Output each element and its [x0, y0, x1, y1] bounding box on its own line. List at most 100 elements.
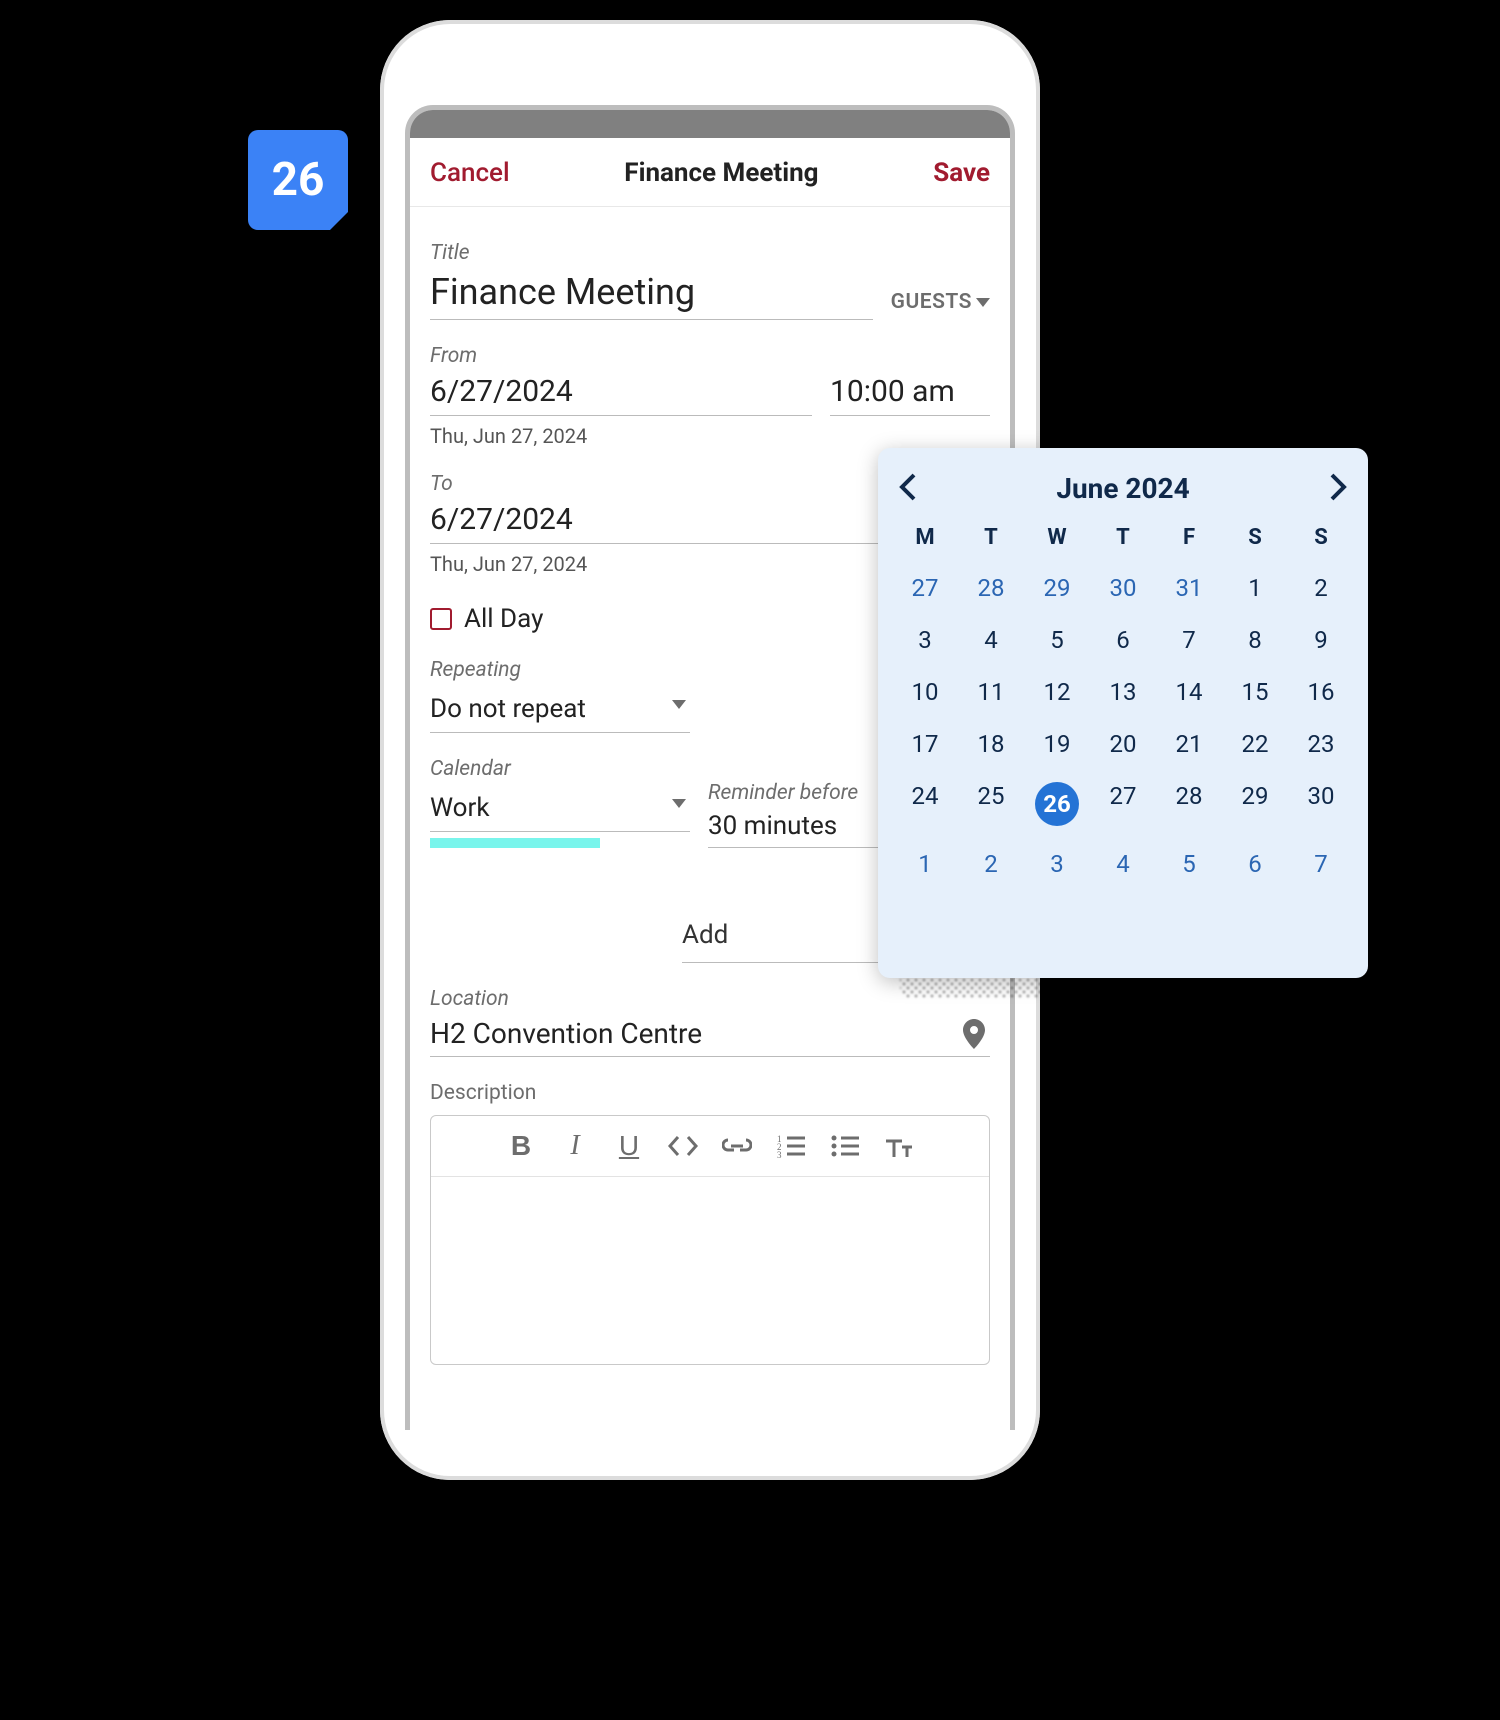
calendar-day[interactable]: 12 [1024, 666, 1090, 718]
bullet-list-icon[interactable] [829, 1130, 861, 1162]
calendar-day[interactable]: 6 [1222, 838, 1288, 890]
checkbox-icon [430, 608, 452, 630]
calendar-day[interactable]: 7 [1288, 838, 1354, 890]
calendar-day[interactable]: 31 [1156, 562, 1222, 614]
calendar-month-label: June 2024 [1056, 472, 1189, 505]
calendar-day[interactable]: 30 [1288, 770, 1354, 838]
calendar-day[interactable]: 18 [958, 718, 1024, 770]
link-icon[interactable] [721, 1130, 753, 1162]
calendar-day[interactable]: 27 [1090, 770, 1156, 838]
calendar-day[interactable]: 27 [892, 562, 958, 614]
guests-button[interactable]: GUESTS [891, 290, 990, 314]
calendar-day[interactable]: 17 [892, 718, 958, 770]
calendar-week: 10111213141516 [892, 666, 1354, 718]
calendar-day[interactable]: 5 [1024, 614, 1090, 666]
calendar-day[interactable]: 1 [1222, 562, 1288, 614]
calendar-day[interactable]: 24 [892, 770, 958, 838]
calendar-day[interactable]: 11 [958, 666, 1024, 718]
calendar-week: 3456789 [892, 614, 1354, 666]
calendar-day[interactable]: 6 [1090, 614, 1156, 666]
calendar-day[interactable]: 28 [1156, 770, 1222, 838]
title-label: Title [430, 241, 990, 265]
calendar-day[interactable]: 25 [958, 770, 1024, 838]
from-date-sub: Thu, Jun 27, 2024 [430, 424, 990, 448]
italic-icon[interactable]: I [559, 1130, 591, 1162]
calendar-week: 24252627282930 [892, 770, 1354, 838]
code-icon[interactable] [667, 1130, 699, 1162]
ordered-list-icon[interactable]: 123 [775, 1130, 807, 1162]
calendar-day[interactable]: 4 [958, 614, 1024, 666]
calendar-weekday: M [892, 525, 958, 550]
calendar-day[interactable]: 19 [1024, 718, 1090, 770]
calendar-day[interactable]: 26 [1024, 770, 1090, 838]
calendar-select[interactable]: Work [430, 787, 690, 832]
calendar-day[interactable]: 3 [1024, 838, 1090, 890]
calendar-day[interactable]: 13 [1090, 666, 1156, 718]
navbar: Cancel Finance Meeting Save [410, 138, 1010, 207]
calendar-weekday: S [1288, 525, 1354, 550]
calendar-app-badge: 26 [248, 130, 348, 230]
prev-month-button[interactable] [898, 473, 918, 505]
calendar-badge-day: 26 [272, 153, 325, 207]
underline-icon[interactable]: U [613, 1130, 645, 1162]
calendar-weekday: T [1090, 525, 1156, 550]
description-editor[interactable]: B I U 123 [430, 1115, 990, 1365]
calendar-day[interactable]: 20 [1090, 718, 1156, 770]
calendar-value: Work [430, 793, 490, 823]
calendar-weekday: W [1024, 525, 1090, 550]
calendar-week: 17181920212223 [892, 718, 1354, 770]
page-title: Finance Meeting [624, 158, 818, 188]
calendar-day[interactable]: 5 [1156, 838, 1222, 890]
calendar-day[interactable]: 29 [1024, 562, 1090, 614]
next-month-button[interactable] [1328, 473, 1348, 505]
editor-toolbar: B I U 123 [431, 1116, 989, 1177]
calendar-day[interactable]: 2 [1288, 562, 1354, 614]
calendar-day[interactable]: 22 [1222, 718, 1288, 770]
chevron-down-icon [976, 298, 990, 307]
location-pin-icon[interactable] [962, 1019, 986, 1053]
calendar-weekday: S [1222, 525, 1288, 550]
calendar-day[interactable]: 3 [892, 614, 958, 666]
calendar-day[interactable]: 30 [1090, 562, 1156, 614]
calendar-label: Calendar [430, 757, 690, 781]
location-input[interactable]: H2 Convention Centre [430, 1017, 990, 1057]
calendar-day[interactable]: 15 [1222, 666, 1288, 718]
all-day-label: All Day [464, 604, 543, 634]
from-label: From [430, 344, 990, 368]
calendar-day[interactable]: 21 [1156, 718, 1222, 770]
date-picker-popup: June 2024 MTWTFSS 2728293031123456789101… [878, 448, 1368, 978]
from-time-input[interactable]: 10:00 am [830, 374, 990, 416]
calendar-weekday-row: MTWTFSS [892, 525, 1354, 550]
calendar-weekday: F [1156, 525, 1222, 550]
bold-icon[interactable]: B [505, 1130, 537, 1162]
repeating-value: Do not repeat [430, 694, 586, 724]
calendar-day[interactable]: 23 [1288, 718, 1354, 770]
calendar-week: 272829303112 [892, 562, 1354, 614]
calendar-day[interactable]: 28 [958, 562, 1024, 614]
calendar-day[interactable]: 9 [1288, 614, 1354, 666]
title-input[interactable]: Finance Meeting [430, 271, 873, 320]
repeating-select[interactable]: Do not repeat [430, 688, 690, 733]
status-bar [410, 110, 1010, 138]
calendar-grid: 2728293031123456789101112131415161718192… [892, 562, 1354, 890]
calendar-day[interactable]: 1 [892, 838, 958, 890]
calendar-day[interactable]: 7 [1156, 614, 1222, 666]
save-button[interactable]: Save [933, 158, 990, 188]
calendar-day[interactable]: 10 [892, 666, 958, 718]
calendar-weekday: T [958, 525, 1024, 550]
text-size-icon[interactable] [883, 1130, 915, 1162]
calendar-day[interactable]: 16 [1288, 666, 1354, 718]
chevron-down-icon [672, 799, 686, 808]
calendar-day[interactable]: 8 [1222, 614, 1288, 666]
chevron-down-icon [672, 700, 686, 709]
calendar-day[interactable]: 14 [1156, 666, 1222, 718]
description-label: Description [430, 1081, 990, 1105]
calendar-color-swatch [430, 838, 600, 848]
cancel-button[interactable]: Cancel [430, 158, 510, 188]
from-date-input[interactable]: 6/27/2024 [430, 374, 812, 416]
calendar-day[interactable]: 4 [1090, 838, 1156, 890]
calendar-day[interactable]: 29 [1222, 770, 1288, 838]
svg-text:3: 3 [777, 1150, 782, 1158]
calendar-week: 1234567 [892, 838, 1354, 890]
calendar-day[interactable]: 2 [958, 838, 1024, 890]
